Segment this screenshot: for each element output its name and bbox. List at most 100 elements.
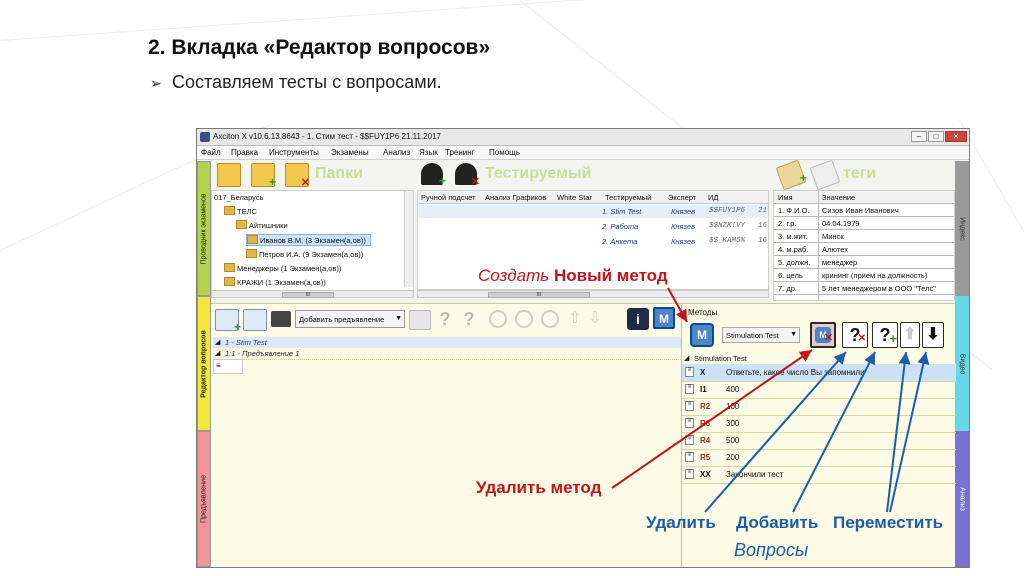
tab-index[interactable]: Индекс	[955, 161, 969, 296]
exam-row-name[interactable]: 2. Анкета	[602, 237, 637, 246]
tag-row[interactable]: 5. должн. менеджер	[774, 256, 954, 269]
menu-tools[interactable]: Инструменты	[269, 148, 319, 157]
tag-row[interactable]: 2. г.р. 04.04.1979	[774, 217, 954, 230]
minimize-button[interactable]: –	[911, 131, 927, 142]
question-row[interactable]: ≡ XX Закончили тест	[682, 466, 956, 484]
tag-row[interactable]: 4. м.раб. Алютех	[774, 243, 954, 256]
menu-exams[interactable]: Экзамены	[331, 148, 369, 157]
annotation-questions: Вопросы	[734, 540, 809, 560]
col-manual[interactable]: Ручной подсчет	[421, 193, 476, 202]
menu-edit[interactable]: Правка	[231, 148, 258, 157]
menu-help[interactable]: Помощь	[489, 148, 520, 157]
dropdown-label: Добавить предъявление	[299, 315, 385, 324]
question-row[interactable]: ≡ R3 300	[682, 415, 956, 433]
presentation-row[interactable]: ◢ 1:1 - Предъявление 1	[213, 348, 681, 360]
list-icon: ≡	[685, 401, 694, 411]
exam-row-name[interactable]: 2. Работа	[602, 222, 638, 231]
menu-file[interactable]: Файл	[201, 148, 221, 157]
menu-analysis[interactable]: Анализ	[383, 148, 410, 157]
tree-hscrollbar[interactable]: III	[211, 290, 414, 298]
rotate-right-icon[interactable]	[541, 310, 559, 328]
tab-exam-explorer[interactable]: Проводник экзаменов	[197, 161, 211, 296]
expand-icon[interactable]: ◢	[215, 338, 220, 346]
menu-language[interactable]: Язык	[419, 148, 438, 157]
question-row[interactable]: ≡ R4 500	[682, 432, 956, 450]
test-name-row[interactable]: ◢ Stimulation Test	[682, 354, 956, 364]
move-up-button[interactable]: ⬆	[900, 322, 920, 348]
add-presentation-dropdown[interactable]: Добавить предъявление ▼	[295, 310, 405, 328]
tab-presentation[interactable]: Предъявление	[197, 431, 211, 567]
bullet-arrow-icon: ➢	[150, 75, 162, 91]
add-folder-icon[interactable]: +	[251, 163, 276, 189]
tag-row[interactable]: 3. м.жит. Минск	[774, 230, 954, 243]
bullet-text: Составляем тесты с вопросами.	[172, 72, 442, 92]
question-list: ≡ X Ответьте, какое число Вы запомнили ≡ I1…	[682, 364, 956, 486]
col-id[interactable]: ИД	[708, 193, 718, 202]
tab-video[interactable]: Видео	[955, 296, 969, 431]
tag-row[interactable]: 6. цель крининг (прием на должность)	[774, 269, 954, 282]
exam-row-name[interactable]: 1. Stim Test	[602, 207, 641, 216]
arrow-up-disabled-icon[interactable]: ⇧	[567, 309, 583, 329]
close-button[interactable]: ✕	[945, 131, 967, 142]
col-graph-analysis[interactable]: Анализ Графиков	[485, 193, 546, 202]
menu-training[interactable]: Тренинг	[445, 148, 475, 157]
move-down-button[interactable]: ⬇	[922, 322, 944, 348]
search-folder-icon[interactable]	[217, 163, 241, 187]
add-subject-icon[interactable]: +	[421, 163, 446, 188]
tested-title: Тестируемый	[485, 165, 592, 182]
list-icon: ≡	[685, 469, 694, 479]
list-icon: ≡	[685, 418, 694, 428]
annotation-create-new-method: Создать Новый метод	[478, 266, 668, 285]
exam-row-id: $$_KAM5%	[709, 237, 746, 245]
question-row[interactable]: ≡ X Ответьте, какое число Вы запомнили	[682, 364, 956, 382]
col-expert[interactable]: Эксперт	[668, 193, 696, 202]
method-icon[interactable]: M	[653, 307, 675, 329]
exam-hscrollbar[interactable]: III	[417, 290, 769, 298]
print-icon[interactable]	[271, 311, 291, 327]
delete-question-disabled-icon[interactable]: ?	[435, 309, 455, 329]
delete-method-button[interactable]: M ✕	[810, 322, 836, 348]
tree-item-it[interactable]: Айтишники	[236, 220, 288, 230]
slide-title: 2. Вкладка «Редактор вопросов»	[148, 36, 491, 59]
delete-question-button[interactable]: ? ✕	[842, 322, 868, 348]
question-row[interactable]: ≡ R2 100	[682, 398, 956, 416]
tree-item-petrov[interactable]: Петров И.А. (9 Экзамен(а,ов))	[246, 249, 363, 259]
tree-item-belarus[interactable]: 017_Беларусь	[214, 193, 264, 202]
edit-row[interactable]: ≡	[213, 359, 243, 374]
copy-test-icon[interactable]	[243, 309, 267, 331]
tab-question-editor[interactable]: Редактор вопросов	[197, 296, 211, 431]
tree-item-tels[interactable]: ТЕЛС	[224, 206, 257, 216]
edit-presentation-icon[interactable]	[409, 310, 431, 330]
tree-item-ivanov[interactable]: Иванов В.М. (3 Экзамен(а,ов))	[246, 234, 371, 246]
info-icon[interactable]: i	[627, 308, 649, 330]
add-tag-icon[interactable]: +	[775, 159, 807, 191]
method-new-icon[interactable]: M	[690, 323, 714, 347]
tab-analysis[interactable]: Анализ	[955, 431, 969, 567]
col-white-star[interactable]: White Star	[557, 193, 592, 202]
expand-icon[interactable]: ◢	[684, 354, 689, 362]
tag-row[interactable]: 1. Ф.И.О. Сизов Иван Иванович	[774, 204, 954, 217]
col-subject[interactable]: Тестируемый	[605, 193, 651, 202]
rotate-icon[interactable]	[515, 310, 533, 328]
tag-col-name[interactable]: Имя	[778, 193, 793, 202]
method-select[interactable]: Stimulation Test ▼	[722, 327, 800, 343]
tree-vscrollbar[interactable]	[404, 191, 413, 287]
exam-row-expert: Князев	[671, 237, 696, 246]
delete-tag-icon[interactable]	[809, 159, 841, 191]
question-row[interactable]: ≡ R5 200	[682, 449, 956, 467]
tree-item-theft[interactable]: КРАЖИ (1 Экзамен(а,ов))	[224, 277, 326, 287]
delete-subject-icon[interactable]: ✕	[455, 163, 480, 188]
maximize-button[interactable]: □	[928, 131, 944, 142]
add-question-button[interactable]: ? +	[872, 322, 898, 348]
tree-item-managers[interactable]: Менеджеры (1 Экзамен(а,ов))	[224, 263, 341, 273]
tag-row[interactable]: 7. др. 5 лет менеджером в ООО "Телс"	[774, 282, 954, 295]
question-row[interactable]: ≡ I1 400	[682, 381, 956, 399]
add-question-disabled-icon[interactable]: ?	[459, 309, 479, 329]
tag-col-value[interactable]: Значение	[822, 193, 855, 202]
expand-icon[interactable]: ◢	[215, 349, 220, 357]
rotate-left-icon[interactable]	[489, 310, 507, 328]
delete-folder-icon[interactable]: ✕	[285, 163, 310, 189]
arrow-down-disabled-icon[interactable]: ⇩	[587, 309, 603, 329]
add-test-icon[interactable]: +	[215, 309, 241, 334]
test-tree: ◢ 1 - Stim Test ◢ 1:1 - Предъявление 1 ≡	[213, 337, 681, 377]
